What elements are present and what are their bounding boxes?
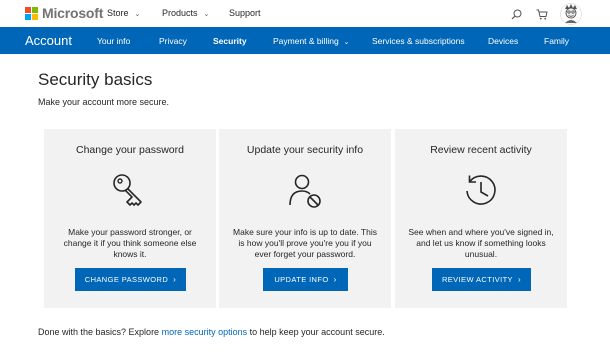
page-subtitle: Make your account more secure. [38, 97, 170, 107]
footer-suffix: to help keep your account secure. [247, 327, 385, 337]
nav-devices[interactable]: Devices [488, 36, 518, 46]
nav-security[interactable]: Security [213, 36, 247, 46]
card-title: Change your password [76, 144, 184, 156]
nav-services-subscriptions[interactable]: Services & subscriptions [372, 36, 465, 46]
chevron-down-icon: ⌄ [343, 39, 350, 46]
nav-family[interactable]: Family [544, 36, 569, 46]
key-icon [110, 171, 150, 211]
card-change-password: Change your password Make your password … [44, 129, 216, 308]
chevron-right-icon: › [173, 275, 177, 284]
review-activity-label: REVIEW ACTIVITY [441, 275, 513, 284]
change-password-button[interactable]: CHANGE PASSWORD › [75, 268, 186, 291]
review-activity-button[interactable]: REVIEW ACTIVITY › [432, 268, 531, 291]
footer-text: Done with the basics? Explore more secur… [38, 327, 385, 337]
avatar[interactable] [560, 3, 582, 30]
chevron-right-icon: › [517, 275, 522, 284]
change-password-label: CHANGE PASSWORD [84, 275, 169, 284]
top-header: Microsoft Store ⌄ Products ⌄ Support [0, 0, 610, 27]
cart-icon[interactable] [536, 7, 548, 25]
topnav-support-label: Support [229, 8, 261, 18]
brand-name[interactable]: Microsoft [42, 5, 103, 21]
card-review-activity: Review recent activity See when and wher… [395, 129, 567, 308]
nav-your-info[interactable]: Your info [97, 36, 130, 46]
card-description: See when and where you've signed in, and… [408, 227, 554, 259]
card-update-security-info: Update your security info Make sure your… [219, 129, 391, 308]
update-info-label: UPDATE INFO [274, 275, 329, 284]
user-blocked-icon [285, 171, 325, 211]
page-title: Security basics [38, 70, 153, 89]
topnav-store[interactable]: Store ⌄ [107, 8, 140, 18]
footer-prefix: Done with the basics? Explore [38, 327, 162, 337]
account-nav-bar: Account Your info Privacy Security Payme… [0, 27, 610, 54]
chevron-down-icon: ⌄ [203, 11, 210, 18]
nav-privacy[interactable]: Privacy [159, 36, 187, 46]
update-info-button[interactable]: UPDATE INFO › [263, 268, 348, 291]
card-description: Make your password stronger, or change i… [63, 227, 197, 259]
topnav-products[interactable]: Products ⌄ [162, 8, 209, 18]
topnav-support[interactable]: Support [229, 8, 261, 18]
card-title: Update your security info [246, 144, 364, 156]
microsoft-logo-icon[interactable] [25, 7, 38, 20]
chevron-right-icon: › [333, 275, 337, 284]
nav-payment-billing[interactable]: Payment & billing ⌄ [273, 36, 350, 46]
topnav-store-label: Store [107, 8, 129, 18]
card-title: Review recent activity [430, 144, 532, 156]
history-icon [461, 171, 501, 211]
chevron-down-icon: ⌄ [134, 11, 141, 18]
search-icon[interactable] [511, 7, 522, 25]
nav-payment-billing-label: Payment & billing [273, 36, 339, 46]
card-description: Make sure your info is up to date. This … [233, 227, 377, 259]
more-security-options-link[interactable]: more security options [162, 327, 248, 337]
topnav-products-label: Products [162, 8, 198, 18]
account-title[interactable]: Account [25, 33, 72, 48]
